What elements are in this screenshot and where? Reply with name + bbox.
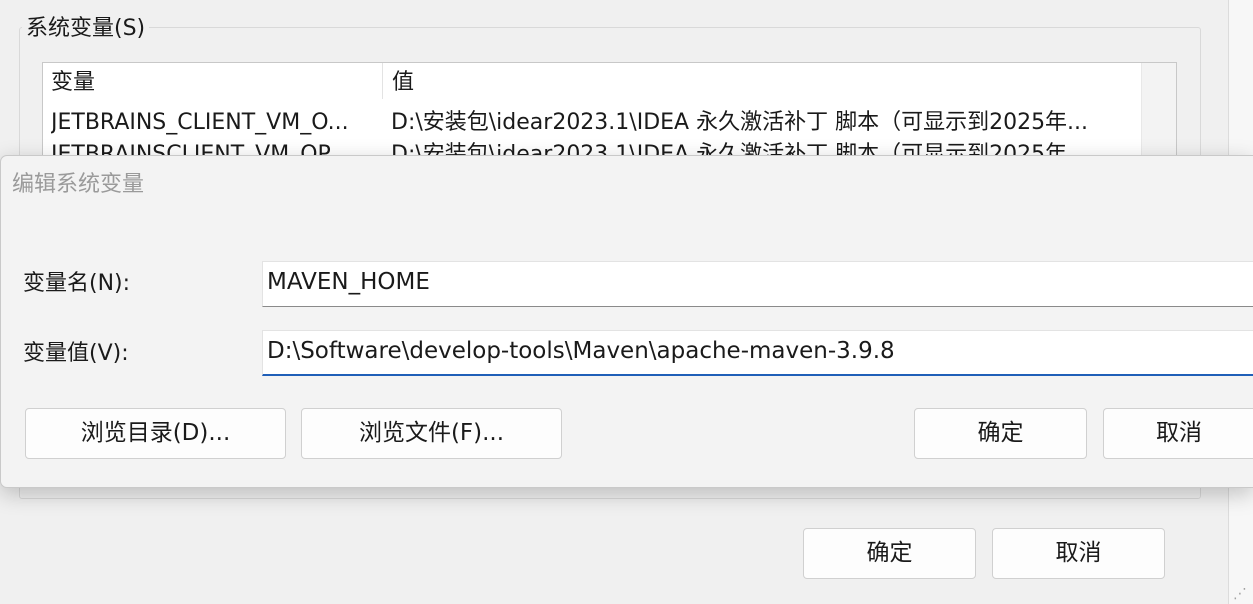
column-header-value[interactable]: 值 [384,63,1140,99]
variable-name-cell: JETBRAINS_CLIENT_VM_O... [51,110,349,135]
resize-grip-icon[interactable]: ⋰ [1231,586,1247,602]
table-row[interactable]: JETBRAINS_CLIENT_VM_O... D:\安装包\idear202… [43,107,1141,139]
dialog-cancel-button[interactable]: 取消 [1103,408,1253,459]
system-variables-table[interactable]: 变量 值 JETBRAINS_CLIENT_VM_O... D:\安装包\ide… [42,62,1177,167]
cancel-button[interactable]: 取消 [992,528,1165,579]
variable-value-input[interactable]: D:\Software\develop-tools\Maven\apache-m… [262,330,1253,376]
variable-value-label: 变量值(V): [23,341,129,366]
system-variables-title: 系统变量(S) [22,14,150,44]
table-scrollbar[interactable] [1141,63,1176,163]
dialog-ok-button[interactable]: 确定 [914,408,1087,459]
variable-name-input[interactable]: MAVEN_HOME [262,261,1253,307]
browse-directory-button[interactable]: 浏览目录(D)... [25,408,286,459]
ok-button[interactable]: 确定 [803,528,976,579]
variable-value-cell: D:\安装包\idear2023.1\IDEA 永久激活补丁 脚本（可显示到20… [391,110,1089,135]
browse-file-button[interactable]: 浏览文件(F)... [301,408,562,459]
edit-system-variable-dialog: 编辑系统变量 变量名(N): MAVEN_HOME 变量值(V): D:\Sof… [0,155,1253,488]
variable-name-label: 变量名(N): [23,271,131,296]
dialog-title: 编辑系统变量 [12,172,145,197]
column-header-variable[interactable]: 变量 [43,63,383,99]
